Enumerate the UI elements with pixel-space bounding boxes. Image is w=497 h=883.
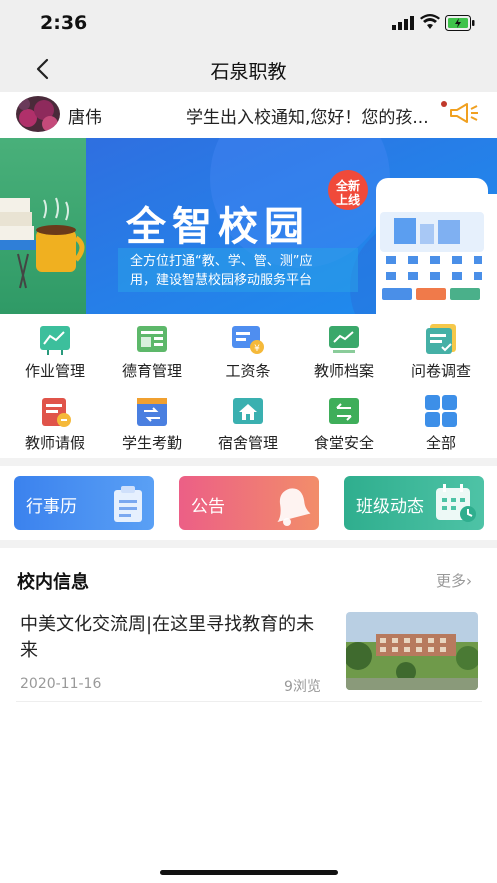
announcement-card[interactable]: 公告 bbox=[179, 476, 319, 530]
user-name: 唐伟 bbox=[68, 108, 102, 128]
news-title: 中美文化交流周|在这里寻找教育的未来 bbox=[20, 614, 315, 661]
payslip-icon: ¥ bbox=[232, 326, 264, 354]
all-apps-icon bbox=[425, 395, 457, 427]
grid-item-label: 德育管理 bbox=[121, 362, 182, 380]
grid-item-moral-education[interactable]: 德育管理 bbox=[104, 318, 200, 384]
avatar[interactable] bbox=[16, 96, 60, 132]
attendance-icon bbox=[137, 398, 167, 426]
grid-item-label: 工资条 bbox=[225, 362, 271, 380]
grid-item-label: 教师档案 bbox=[313, 362, 374, 380]
news-thumbnail bbox=[346, 612, 478, 690]
banner-subtitle-line1: 全方位打通“教、学、管、测”应 bbox=[130, 254, 313, 269]
news-item[interactable]: 中美文化交流周|在这里寻找教育的未来 2020-11-16 9浏览 bbox=[16, 604, 482, 702]
section-divider bbox=[0, 458, 497, 466]
teacher-archive-icon bbox=[329, 326, 359, 353]
grid-item-label: 教师请假 bbox=[24, 434, 85, 452]
news-date: 2020-11-16 bbox=[20, 676, 102, 692]
status-time: 2:36 bbox=[40, 12, 88, 34]
grid-item-homework[interactable]: 作业管理 bbox=[7, 318, 103, 384]
more-link[interactable]: 更多› bbox=[436, 570, 472, 591]
grid-item-survey[interactable]: 问卷调查 bbox=[393, 318, 489, 384]
grid-item-attendance[interactable]: 学生考勤 bbox=[104, 390, 200, 456]
grid-item-all[interactable]: 全部 bbox=[393, 390, 489, 456]
grid-item-label: 宿舍管理 bbox=[217, 434, 278, 452]
clipboard-icon bbox=[114, 486, 142, 522]
section-title: 校内信息 bbox=[17, 572, 89, 593]
navigation-bar: 石泉职教 bbox=[0, 46, 497, 92]
news-views: 9浏览 bbox=[284, 679, 321, 695]
banner-subtitle-line2: 用，建设智慧校园移动服务平台 bbox=[130, 273, 313, 288]
dormitory-icon bbox=[233, 398, 263, 424]
grid-item-canteen[interactable]: 食堂安全 bbox=[296, 390, 392, 456]
grid-item-label: 作业管理 bbox=[24, 362, 85, 380]
card-label: 行事历 bbox=[26, 497, 77, 517]
grid-item-label: 问卷调查 bbox=[410, 362, 471, 380]
calendar-card[interactable]: 行事历 bbox=[14, 476, 154, 530]
banner-title: 全智校园 bbox=[126, 204, 310, 250]
section-divider bbox=[0, 540, 497, 548]
card-label: 班级动态 bbox=[356, 497, 424, 517]
status-bar: 2:36 bbox=[0, 0, 497, 46]
battery-icon bbox=[445, 15, 475, 31]
wifi-icon bbox=[420, 14, 440, 29]
svg-text:¥: ¥ bbox=[254, 344, 260, 354]
class-news-card[interactable]: 班级动态 bbox=[344, 476, 484, 530]
banner-badge-line2: 上线 bbox=[336, 193, 361, 207]
bell-icon bbox=[277, 488, 311, 526]
grid-item-teacher-archive[interactable]: 教师档案 bbox=[296, 318, 392, 384]
megaphone-icon[interactable] bbox=[447, 102, 481, 126]
survey-icon bbox=[426, 324, 456, 354]
homework-icon bbox=[40, 326, 70, 355]
grid-item-label: 学生考勤 bbox=[121, 434, 182, 452]
grid-item-dormitory[interactable]: 宿舍管理 bbox=[200, 390, 296, 456]
home-indicator bbox=[160, 870, 338, 875]
notice-text[interactable]: 学生出入校通知,您好！您的孩... bbox=[186, 103, 429, 128]
promo-banner[interactable]: 全智校园 全新 上线 全方位打通“教、学、管、测”应 用，建设智慧校园移动服务平… bbox=[0, 138, 497, 314]
moral-education-icon bbox=[137, 326, 167, 352]
calendar-icon bbox=[436, 484, 476, 522]
grid-item-teacher-leave[interactable]: 教师请假 bbox=[7, 390, 103, 456]
card-label: 公告 bbox=[191, 497, 225, 517]
grid-item-label: 全部 bbox=[425, 434, 456, 452]
signal-icon bbox=[392, 16, 414, 30]
page-title: 石泉职教 bbox=[210, 61, 287, 83]
canteen-icon bbox=[329, 398, 359, 424]
grid-item-payslip[interactable]: ¥ 工资条 bbox=[200, 318, 296, 384]
leave-icon bbox=[42, 398, 71, 427]
grid-item-label: 食堂安全 bbox=[313, 434, 374, 452]
